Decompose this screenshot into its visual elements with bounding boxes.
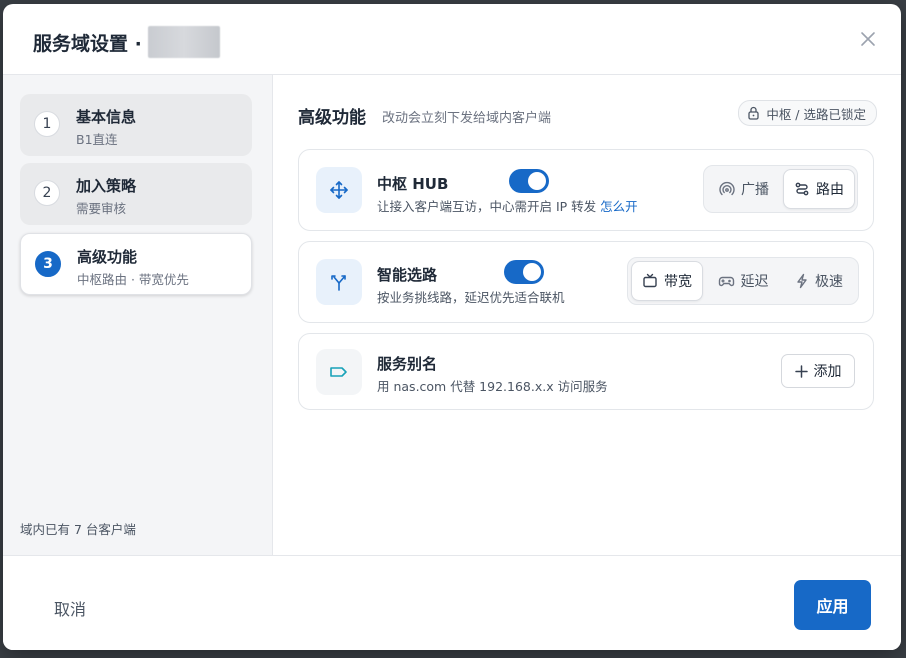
dialog-header: 服务域设置 · — [3, 4, 901, 75]
hub-card: 中枢 HUB 让接入客户端互访，中心需开启 IP 转发 怎么开 广播 路由 — [298, 149, 874, 231]
step-basic-info[interactable]: 1 基本信息 B1直连 — [20, 94, 252, 156]
route-label: 路由 — [816, 182, 844, 198]
step-subtitle: B1直连 — [76, 132, 118, 147]
advanced-settings-panel: 高级功能 改动会立刻下发给域内客户端 中枢 / 选路已锁定 中枢 HUB 让接入… — [273, 75, 901, 555]
smart-route-toggle[interactable] — [504, 260, 544, 284]
plus-icon — [794, 364, 808, 378]
smart-route-title: 智能选路 — [377, 266, 438, 284]
add-alias-label: 添加 — [813, 364, 842, 380]
step-advanced[interactable]: 3 高级功能 中枢路由 · 带宽优先 — [20, 233, 252, 295]
step-title: 加入策略 — [76, 177, 137, 195]
hub-card-title: 中枢 HUB — [377, 175, 449, 193]
step-number: 2 — [34, 180, 60, 206]
route-option[interactable]: 路由 — [783, 169, 855, 209]
section-title: 高级功能 — [298, 108, 366, 128]
add-alias-button[interactable]: 添加 — [781, 354, 855, 388]
how-to-enable-link[interactable]: 怎么开 — [600, 199, 638, 214]
section-description: 改动会立刻下发给域内客户端 — [382, 111, 552, 126]
tag-icon — [316, 349, 362, 395]
steps-sidebar: 1 基本信息 B1直连 2 加入策略 需要审核 3 高级功能 中枢路由 · 带宽… — [3, 75, 273, 555]
settings-dialog: 服务域设置 · 1 基本信息 B1直连 2 加入策略 需要审核 3 高级功能 中… — [3, 4, 901, 650]
lock-badge: 中枢 / 选路已锁定 — [738, 100, 877, 126]
step-number: 1 — [34, 111, 60, 137]
tv-icon — [643, 273, 657, 288]
step-number: 3 — [35, 251, 61, 277]
step-title: 基本信息 — [76, 108, 137, 126]
step-join-policy[interactable]: 2 加入策略 需要审核 — [20, 163, 252, 225]
speed-option[interactable]: 极速 — [782, 261, 856, 301]
latency-option[interactable]: 延迟 — [706, 261, 780, 301]
step-title: 高级功能 — [77, 248, 138, 266]
redacted-domain-name — [147, 26, 220, 58]
speed-label: 极速 — [815, 274, 843, 290]
service-alias-card: 服务别名 用 nas.com 代替 192.168.x.x 访问服务 添加 — [298, 333, 874, 410]
hub-mode-segmented: 广播 路由 — [703, 165, 858, 213]
broadcast-icon — [719, 181, 735, 196]
route-icon — [795, 182, 809, 196]
dialog-footer: 取消 应用 — [3, 555, 901, 650]
route-priority-segmented: 带宽 延迟 极速 — [627, 257, 859, 305]
lock-icon — [748, 106, 759, 120]
split-route-icon — [316, 259, 362, 305]
dialog-title: 服务域设置 · — [33, 26, 220, 58]
step-subtitle: 中枢路由 · 带宽优先 — [77, 272, 189, 287]
client-count-text: 域内已有 7 台客户端 — [20, 522, 136, 537]
dialog-title-text: 服务域设置 · — [33, 32, 142, 55]
broadcast-option[interactable]: 广播 — [707, 169, 781, 209]
lock-badge-label: 中枢 / 选路已锁定 — [766, 106, 866, 122]
bandwidth-option[interactable]: 带宽 — [631, 261, 703, 301]
step-subtitle: 需要审核 — [76, 201, 127, 216]
hub-description-text: 让接入客户端互访，中心需开启 IP 转发 — [377, 199, 597, 214]
apply-button[interactable]: 应用 — [794, 580, 871, 630]
lightning-icon — [797, 273, 807, 289]
cancel-button[interactable]: 取消 — [54, 596, 86, 620]
hub-toggle[interactable] — [509, 169, 549, 193]
service-alias-description: 用 nas.com 代替 192.168.x.x 访问服务 — [377, 379, 608, 394]
smart-route-description: 按业务挑线路，延迟优先适合联机 — [377, 290, 565, 305]
latency-label: 延迟 — [740, 274, 769, 290]
hub-card-description: 让接入客户端互访，中心需开启 IP 转发 怎么开 — [377, 196, 638, 215]
bandwidth-label: 带宽 — [664, 274, 692, 290]
gamepad-icon — [718, 276, 734, 287]
close-icon[interactable] — [859, 30, 877, 48]
service-alias-title: 服务别名 — [377, 355, 438, 373]
broadcast-label: 广播 — [741, 182, 769, 198]
smart-route-card: 智能选路 按业务挑线路，延迟优先适合联机 带宽 延迟 极速 — [298, 241, 874, 323]
hub-arrows-icon — [316, 167, 362, 213]
